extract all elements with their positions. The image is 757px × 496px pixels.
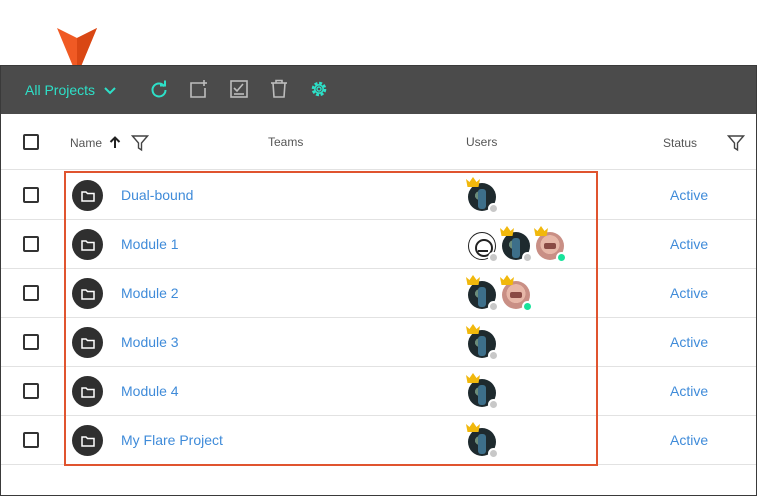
- project-users: [466, 324, 499, 361]
- folder-icon: [72, 425, 103, 456]
- toolbar: All Projects: [1, 66, 756, 114]
- table-row[interactable]: Module 2 Active: [1, 269, 756, 318]
- project-name-link[interactable]: Module 3: [121, 334, 179, 350]
- status-label: Active: [670, 432, 709, 448]
- presence-status-indicator: [522, 252, 533, 263]
- column-header-teams: Teams: [268, 135, 304, 149]
- user-avatar[interactable]: [500, 275, 533, 312]
- delete-icon[interactable]: [269, 79, 289, 99]
- presence-status-indicator: [522, 301, 533, 312]
- presence-status-indicator: [556, 252, 567, 263]
- status-label: Active: [670, 187, 709, 203]
- checklist-icon[interactable]: [229, 79, 249, 99]
- user-avatar[interactable]: [466, 230, 499, 263]
- project-name-link[interactable]: Dual-bound: [121, 187, 193, 203]
- project-name-link[interactable]: Module 4: [121, 383, 179, 399]
- user-avatar[interactable]: [466, 324, 499, 361]
- project-users: [466, 275, 533, 312]
- folder-icon: [72, 278, 103, 309]
- refresh-icon[interactable]: [149, 79, 169, 99]
- folder-icon: [72, 229, 103, 260]
- status-filter-icon[interactable]: [727, 134, 745, 152]
- row-checkbox[interactable]: [23, 236, 39, 252]
- row-checkbox[interactable]: [23, 187, 39, 203]
- folder-icon: [72, 376, 103, 407]
- project-filter-label: All Projects: [25, 82, 96, 98]
- settings-icon[interactable]: [309, 79, 329, 99]
- column-header-users: Users: [466, 135, 498, 149]
- table-row[interactable]: Module 3 Active: [1, 318, 756, 367]
- crown-icon: [534, 226, 548, 236]
- chevron-down-icon: [104, 87, 116, 95]
- user-avatar[interactable]: [466, 275, 499, 312]
- project-users: [466, 373, 499, 410]
- status-label: Active: [670, 383, 709, 399]
- crown-icon: [466, 373, 480, 383]
- folder-icon: [72, 327, 103, 358]
- crown-icon: [466, 324, 480, 334]
- user-avatar[interactable]: [466, 422, 499, 459]
- row-checkbox[interactable]: [23, 383, 39, 399]
- presence-status-indicator: [488, 350, 499, 361]
- crown-icon: [466, 275, 480, 285]
- project-filter-dropdown[interactable]: All Projects: [25, 66, 117, 114]
- status-label: Active: [670, 236, 709, 252]
- user-avatar[interactable]: [534, 226, 567, 263]
- table-row[interactable]: Module 1 Active: [1, 220, 756, 269]
- presence-status-indicator: [488, 399, 499, 410]
- row-checkbox[interactable]: [23, 432, 39, 448]
- user-avatar[interactable]: [500, 226, 533, 263]
- project-users: [466, 226, 567, 263]
- crown-icon: [500, 275, 514, 285]
- name-filter-icon[interactable]: [131, 134, 149, 152]
- crown-icon: [466, 422, 480, 432]
- status-label: Active: [670, 334, 709, 350]
- row-checkbox[interactable]: [23, 334, 39, 350]
- presence-status-indicator: [488, 203, 499, 214]
- crown-icon: [500, 226, 514, 236]
- folder-icon: [72, 180, 103, 211]
- project-name-link[interactable]: Module 2: [121, 285, 179, 301]
- row-checkbox[interactable]: [23, 285, 39, 301]
- presence-status-indicator: [488, 301, 499, 312]
- sort-ascending-icon[interactable]: [109, 136, 121, 149]
- presence-status-indicator: [488, 448, 499, 459]
- project-users: [466, 177, 499, 214]
- table-row[interactable]: Dual-bound Active: [1, 171, 756, 220]
- table-row[interactable]: My Flare Project Active: [1, 416, 756, 465]
- presence-status-indicator: [488, 252, 499, 263]
- project-name-link[interactable]: Module 1: [121, 236, 179, 252]
- project-name-link[interactable]: My Flare Project: [121, 432, 223, 448]
- column-header-name[interactable]: Name: [70, 136, 102, 150]
- user-avatar[interactable]: [466, 177, 499, 214]
- column-header-status: Status: [663, 136, 698, 150]
- projects-panel: All Projects Name Teams Users Status Dua…: [0, 65, 757, 496]
- table-header: Name Teams Users Status: [1, 114, 756, 170]
- table-row[interactable]: Module 4 Active: [1, 367, 756, 416]
- crown-icon: [466, 177, 480, 187]
- select-all-checkbox[interactable]: [23, 134, 39, 150]
- project-users: [466, 422, 499, 459]
- status-label: Active: [670, 285, 709, 301]
- user-avatar[interactable]: [466, 373, 499, 410]
- add-project-icon[interactable]: [189, 79, 209, 99]
